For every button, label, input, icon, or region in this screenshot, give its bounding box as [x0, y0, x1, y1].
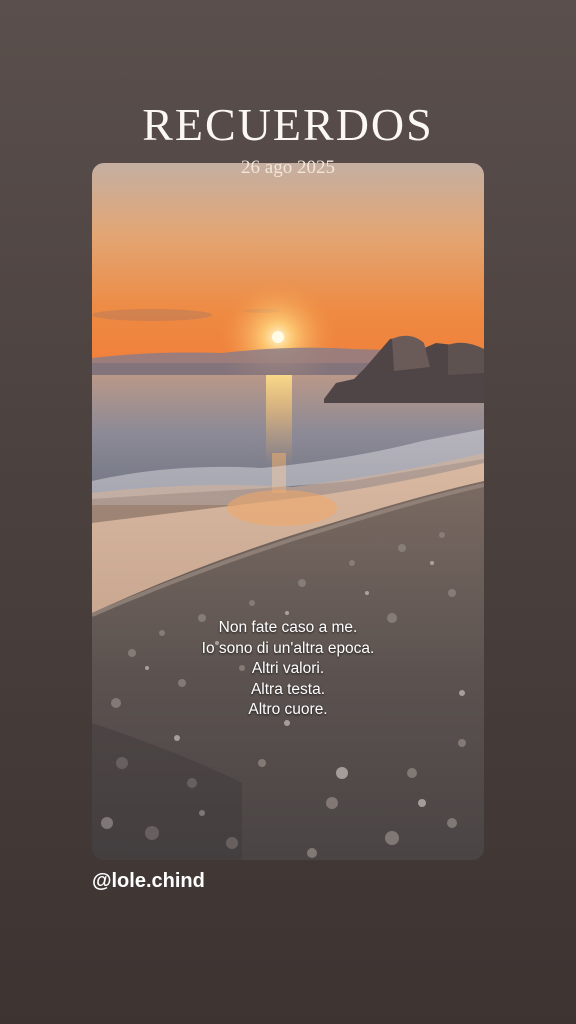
photo-caption: Non fate caso a me. Io sono di un'altra …	[92, 618, 484, 721]
beach-sunset-photo[interactable]: Non fate caso a me. Io sono di un'altra …	[92, 163, 484, 860]
user-handle-link[interactable]: @lole.chind	[92, 870, 205, 893]
caption-line-3: Altri valori.	[251, 660, 325, 677]
caption-line-1: Non fate caso a me.	[218, 619, 358, 636]
story-title: RECUERDOS	[142, 99, 434, 150]
caption-line-5: Altro cuore.	[248, 701, 328, 718]
story-date: 26 ago 2025	[241, 157, 335, 178]
caption-line-2: Io sono di un'altra epoca.	[201, 639, 375, 657]
caption-line-4: Altra testa.	[250, 680, 326, 698]
sunset-beach-image	[92, 163, 484, 860]
